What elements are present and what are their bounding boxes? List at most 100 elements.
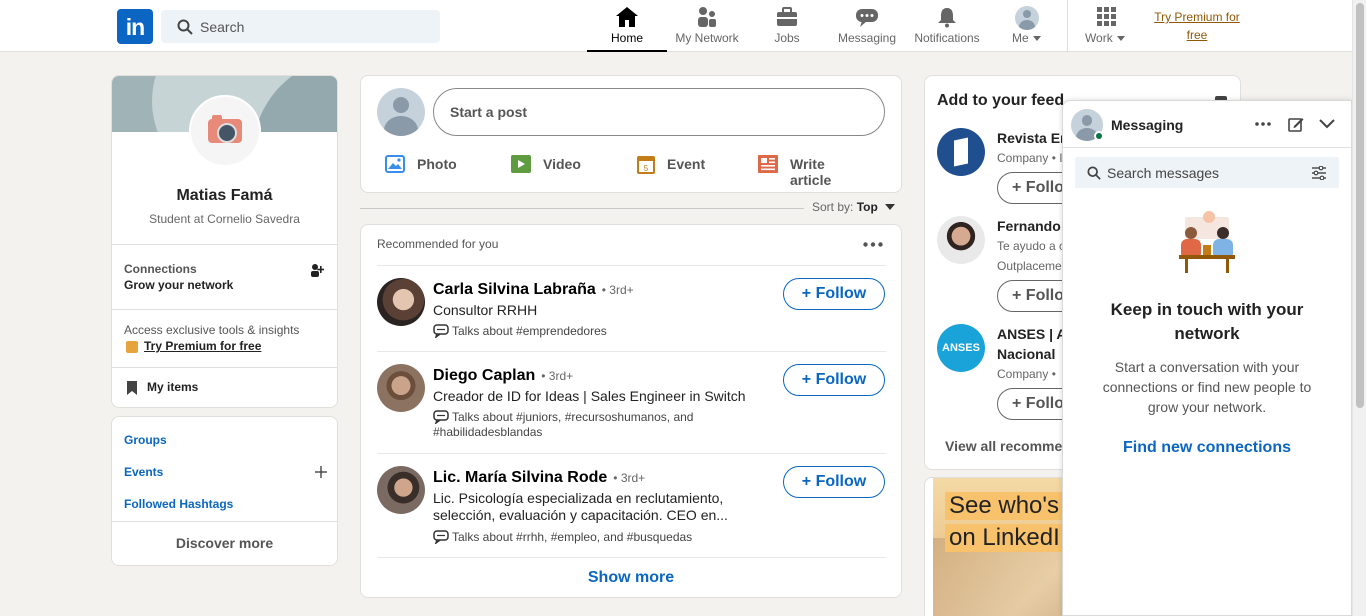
suggestion-photo[interactable] <box>937 216 985 264</box>
my-items[interactable]: My items <box>112 368 337 407</box>
suggestion-subtitle: Company • I <box>997 151 1063 165</box>
divider <box>377 453 886 454</box>
connection-degree: • 3rd+ <box>541 369 574 383</box>
person-talks-about: Talks about #juniors, #recursoshumanos, … <box>433 410 694 439</box>
grid-icon <box>1068 6 1143 28</box>
nav-jobs-label: Jobs <box>774 31 800 45</box>
follow-button[interactable]: + Follow <box>783 278 885 310</box>
write-article-label: Write article <box>790 156 832 188</box>
nav-jobs[interactable]: Jobs <box>747 0 827 52</box>
add-person-icon <box>311 264 324 277</box>
community-panel: Groups Events Followed Hashtags Discover… <box>111 416 338 566</box>
speech-bubble-icon <box>433 324 449 338</box>
person-name[interactable]: Carla Silvina Labraña • 3rd+ <box>433 281 634 299</box>
suggestion-subtitle: Te ayudo a c <box>997 239 1066 253</box>
briefcase-icon <box>747 6 827 28</box>
svg-text:5: 5 <box>644 164 649 173</box>
view-all-recommendations-link[interactable]: View all recomme <box>945 438 1062 454</box>
search-icon <box>1087 166 1101 180</box>
person-headline: Lic. Psicología especializada en recluta… <box>433 490 728 523</box>
bell-icon <box>907 6 987 28</box>
messaging-title: Messaging <box>1111 117 1184 133</box>
home-icon <box>587 6 667 28</box>
connections-subtitle: Grow your network <box>124 278 234 292</box>
my-items-label: My items <box>147 380 199 394</box>
add-to-feed-title: Add to your feed <box>937 92 1065 109</box>
premium-upsell-link[interactable]: Try Premium for free <box>144 339 261 353</box>
follow-button[interactable]: + Follow <box>783 466 885 498</box>
nav-home-label: Home <box>610 31 643 45</box>
nav-work-label: Work <box>1068 31 1143 45</box>
follow-button[interactable]: + Follow <box>783 364 885 396</box>
filter-icon[interactable] <box>1312 166 1326 180</box>
divider <box>112 521 337 522</box>
page-scrollbar[interactable] <box>1352 0 1366 616</box>
add-event-icon[interactable] <box>315 466 327 478</box>
calendar-icon: 5 <box>637 156 655 174</box>
ad-headline-1: See who's <box>945 492 1063 520</box>
suggestion-subtitle-2: Outplaceme <box>997 259 1062 273</box>
messaging-header[interactable]: Messaging <box>1063 101 1351 148</box>
nav-me[interactable]: Me <box>987 0 1067 52</box>
profile-photo[interactable] <box>189 95 261 167</box>
person-name[interactable]: Lic. María Silvina Rode • 3rd+ <box>433 469 645 487</box>
suggestion-logo[interactable] <box>937 128 985 176</box>
sort-divider <box>360 208 804 209</box>
search-input[interactable] <box>200 10 430 43</box>
nav-home[interactable]: Home <box>587 0 667 52</box>
groups-link[interactable]: Groups <box>124 433 167 447</box>
connection-degree: • 3rd+ <box>613 471 646 485</box>
followed-hashtags-link[interactable]: Followed Hashtags <box>124 497 233 511</box>
divider <box>377 351 886 352</box>
nav-my-network-label: My Network <box>675 31 739 45</box>
caret-down-icon <box>1117 36 1126 41</box>
empty-state-illustration <box>1175 211 1239 273</box>
compose-message-icon[interactable] <box>1288 116 1304 132</box>
chevron-down-icon[interactable] <box>1319 119 1335 129</box>
person-photo[interactable] <box>377 466 425 514</box>
event-label: Event <box>667 156 706 172</box>
article-icon <box>758 155 778 173</box>
connections-section[interactable]: Connections Grow your network <box>112 245 337 309</box>
premium-upsell[interactable]: Access exclusive tools & insights Try Pr… <box>112 310 337 367</box>
person-talks-about: Talks about #rrhh, #empleo, and #busqued… <box>452 530 693 544</box>
discover-more-button[interactable]: Discover more <box>112 535 337 551</box>
start-post-button[interactable]: Start a post <box>433 88 885 136</box>
sort-dropdown[interactable]: Sort by: Top <box>812 200 896 216</box>
more-options-icon[interactable] <box>863 242 883 247</box>
global-search[interactable] <box>161 10 440 43</box>
nav-notifications[interactable]: Notifications <box>907 0 987 52</box>
sort-label: Sort by: <box>812 200 854 214</box>
suggestion-name[interactable]: Fernando <box>997 218 1061 234</box>
message-search[interactable]: Search messages <box>1075 157 1339 188</box>
suggestion-name[interactable]: ANSES | A <box>997 326 1067 342</box>
try-premium-link[interactable]: Try Premium for free <box>1143 8 1251 44</box>
events-link[interactable]: Events <box>124 465 163 479</box>
video-label: Video <box>543 156 581 172</box>
more-options-icon[interactable] <box>1255 122 1271 126</box>
person-photo[interactable] <box>377 278 425 326</box>
bookmark-icon <box>127 381 137 395</box>
search-icon <box>177 19 193 35</box>
person-photo[interactable] <box>377 364 425 412</box>
nav-me-label: Me <box>987 31 1067 45</box>
nav-messaging[interactable]: Messaging <box>827 0 907 52</box>
connection-degree: • 3rd+ <box>601 283 634 297</box>
suggestion-logo[interactable]: ANSES <box>937 324 985 372</box>
scrollbar-thumb[interactable] <box>1356 3 1364 408</box>
connections-title: Connections <box>124 262 197 276</box>
find-new-connections-button[interactable]: Find new connections <box>1063 439 1351 457</box>
nav-work[interactable]: Work <box>1068 0 1143 52</box>
show-more-button[interactable]: Show more <box>361 569 901 587</box>
composer-avatar <box>377 88 425 136</box>
nav-my-network[interactable]: My Network <box>667 0 747 52</box>
suggestion-subtitle: Company • <box>997 367 1056 381</box>
linkedin-logo[interactable]: in <box>117 9 153 44</box>
person-name[interactable]: Diego Caplan • 3rd+ <box>433 367 573 385</box>
profile-name[interactable]: Matias Famá <box>112 187 337 205</box>
profile-card: Matias Famá Student at Cornelio Savedra … <box>111 75 338 408</box>
suggestion-name-line2: Nacional <box>997 346 1056 362</box>
message-search-placeholder: Search messages <box>1107 165 1220 181</box>
suggestion-name[interactable]: Revista Er <box>997 130 1065 146</box>
nav-messaging-label: Messaging <box>837 31 897 45</box>
